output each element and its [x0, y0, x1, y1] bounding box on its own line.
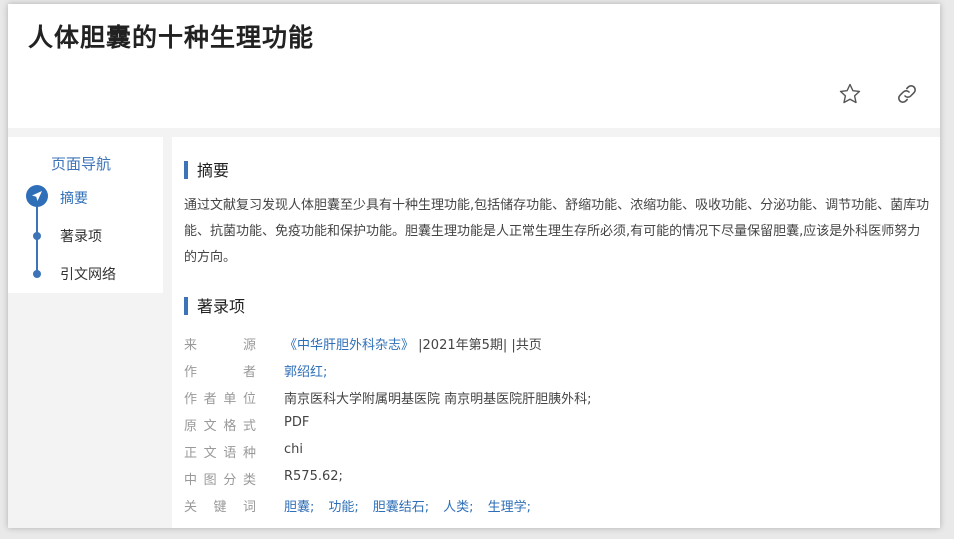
- meta-label: 作者: [184, 365, 256, 380]
- meta-label: 原文格式: [184, 419, 256, 434]
- nav-item-citation-network[interactable]: 引文网络: [60, 264, 116, 284]
- affiliation-value: 南京医科大学附属明基医院 南京明基医院肝胆胰外科;: [284, 392, 592, 407]
- meta-label: 中图分类: [184, 473, 256, 488]
- article-header: 人体胆囊的十种生理功能: [8, 4, 940, 128]
- nav-dot-icon: [33, 270, 41, 278]
- journal-link[interactable]: 《中华肝胆外科杂志》: [284, 338, 414, 353]
- author-link[interactable]: 郭绍红;: [284, 361, 327, 380]
- heading-accent-bar: [184, 161, 188, 179]
- abstract-text: 通过文献复习发现人体胆囊至少具有十种生理功能,包括储存功能、舒缩功能、浓缩功能、…: [184, 198, 930, 265]
- language-value: chi: [284, 442, 303, 457]
- page-title: 人体胆囊的十种生理功能: [28, 23, 315, 52]
- issue-text: |2021年第5期| |共页: [414, 338, 542, 353]
- star-outline-icon[interactable]: [838, 82, 862, 106]
- abstract-heading: 摘要: [184, 157, 229, 181]
- meta-label: 作者单位: [184, 392, 256, 407]
- meta-label: 来源: [184, 338, 256, 353]
- keyword-link[interactable]: 胆囊;: [284, 500, 314, 515]
- keyword-link[interactable]: 生理学;: [488, 500, 531, 515]
- nav-item-record[interactable]: 著录项: [60, 226, 102, 246]
- keyword-link[interactable]: 人类;: [443, 500, 473, 515]
- format-value: PDF: [284, 415, 310, 430]
- page-frame: 人体胆囊的十种生理功能 页面导航 摘要 著录项 引文网络 摘要 通过文献复习发现…: [8, 4, 940, 528]
- record-heading: 著录项: [184, 293, 245, 317]
- classification-value: R575.62;: [284, 469, 343, 484]
- article-content: 摘要 通过文献复习发现人体胆囊至少具有十种生理功能,包括储存功能、舒缩功能、浓缩…: [172, 137, 940, 528]
- page-navigation: 页面导航 摘要 著录项 引文网络: [8, 137, 163, 293]
- keyword-list: 胆囊; 功能; 胆囊结石; 人类; 生理学;: [284, 496, 545, 515]
- navigation-arrow-icon: [26, 185, 48, 207]
- nav-title: 页面导航: [51, 155, 112, 173]
- nav-item-abstract[interactable]: 摘要: [60, 188, 88, 208]
- link-icon[interactable]: [895, 82, 919, 106]
- meta-label: 关键词: [184, 500, 256, 515]
- keyword-link[interactable]: 功能;: [328, 500, 358, 515]
- nav-dot-icon: [33, 232, 41, 240]
- meta-label: 正文语种: [184, 446, 256, 461]
- keyword-link[interactable]: 胆囊结石;: [373, 500, 429, 515]
- heading-accent-bar: [184, 297, 188, 315]
